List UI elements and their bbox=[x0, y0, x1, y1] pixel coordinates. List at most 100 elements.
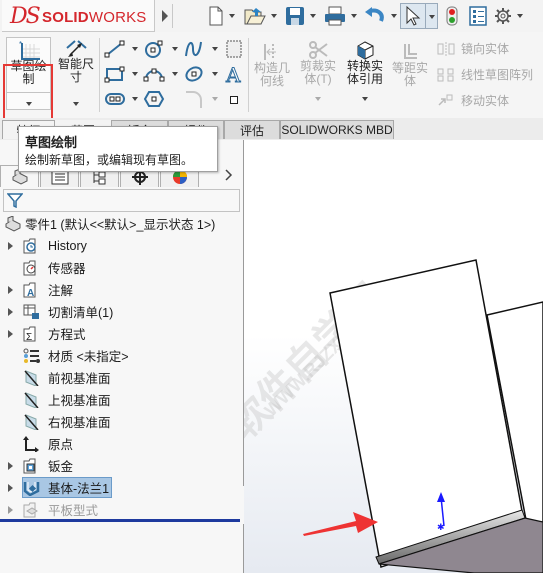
expand-arrow-icon[interactable] bbox=[8, 329, 13, 338]
print-button[interactable] bbox=[324, 5, 357, 27]
chevron-down-icon[interactable] bbox=[73, 102, 79, 106]
select-button[interactable] bbox=[400, 3, 438, 29]
spline-icon bbox=[185, 41, 202, 57]
slot-button[interactable] bbox=[104, 90, 126, 108]
expand-arrow-icon[interactable] bbox=[8, 505, 13, 514]
plane-icon bbox=[24, 369, 39, 386]
chevron-down-icon[interactable] bbox=[172, 72, 178, 76]
chevron-down-icon[interactable] bbox=[212, 47, 218, 51]
arc-button[interactable] bbox=[143, 65, 165, 83]
offset-entities-button[interactable]: 等距实 体 bbox=[389, 42, 431, 88]
tree-item-material[interactable]: 材质 <未指定> bbox=[0, 345, 238, 366]
tree-item-equations[interactable]: Σ 方程式 bbox=[0, 323, 238, 344]
gear-icon bbox=[495, 8, 511, 24]
chevron-down-icon[interactable] bbox=[212, 72, 218, 76]
mirror-icon bbox=[437, 42, 455, 56]
chevron-down-icon[interactable] bbox=[212, 97, 218, 101]
svg-text:*: * bbox=[19, 40, 22, 49]
smart-dimension-button[interactable]: 智能尺 寸 bbox=[55, 38, 97, 110]
tree-item-top-plane[interactable]: 上视基准面 bbox=[0, 389, 238, 410]
convert-entities-button[interactable]: 转换实 体引用 bbox=[343, 40, 387, 101]
expand-arrow-icon[interactable] bbox=[8, 461, 13, 470]
logo-bold: SOLID bbox=[42, 9, 89, 26]
feature-manager-panel: 零件1 (默认<<默认>_显示状态 1>) History 传感器 A 注解 切… bbox=[0, 140, 244, 573]
sketch-icon: * bbox=[19, 40, 40, 60]
move-entities-label: 移动实体 bbox=[461, 93, 510, 108]
tree-item-cut-list[interactable]: 切割清单(1) bbox=[0, 301, 238, 322]
tree-item-label: History bbox=[48, 238, 87, 253]
solidworks-logo[interactable]: DS SOLIDWORKS bbox=[2, 0, 155, 32]
command-manager-ribbon: * 草图绘 制 智能尺 寸 A 构造几 何线 剪裁实 体(T) 转换实 体引用 … bbox=[0, 32, 543, 150]
dashed-rectangle-icon bbox=[226, 40, 242, 58]
tree-item-label: 方程式 bbox=[48, 328, 86, 342]
expand-arrow-icon[interactable] bbox=[8, 307, 13, 316]
fillet-button[interactable] bbox=[183, 90, 205, 108]
logo-text: SOLIDWORKS bbox=[42, 9, 147, 26]
print-icon bbox=[325, 6, 345, 26]
tree-item-annotations[interactable]: A 注解 bbox=[0, 279, 238, 300]
tree-filter-bar[interactable] bbox=[3, 189, 240, 212]
chevron-down-icon[interactable] bbox=[172, 47, 178, 51]
linear-pattern-button[interactable]: 线性草图阵列 bbox=[437, 67, 533, 83]
circle-icon bbox=[145, 40, 163, 58]
expand-arrow-icon[interactable] bbox=[8, 285, 13, 294]
tab-solidworks-mbd[interactable]: SOLIDWORKS MBD bbox=[280, 120, 394, 139]
graphics-area[interactable]: 软件自学网 WWW.RJZXW.COM ✱ bbox=[244, 140, 543, 573]
expand-arrow-icon[interactable] bbox=[8, 241, 13, 250]
menu-expand-button[interactable] bbox=[158, 4, 173, 28]
circle-button[interactable] bbox=[143, 40, 165, 58]
tree-item-flat-pattern[interactable]: 平板型式 bbox=[0, 499, 238, 520]
tree-item-front-plane[interactable]: 前视基准面 bbox=[0, 367, 238, 388]
new-document-button[interactable] bbox=[208, 5, 235, 27]
file-properties-button[interactable] bbox=[469, 5, 487, 27]
tree-item-base-flange[interactable]: 基体-法兰1 bbox=[0, 477, 238, 498]
line-button[interactable] bbox=[104, 40, 126, 58]
rectangle-button[interactable] bbox=[104, 65, 126, 83]
ds-logo-mark: DS bbox=[10, 4, 41, 29]
chevron-down-icon[interactable] bbox=[132, 97, 138, 101]
chevron-down-icon[interactable] bbox=[315, 97, 321, 101]
chevron-down-icon[interactable] bbox=[362, 97, 368, 101]
undo-button[interactable] bbox=[364, 5, 397, 27]
tree-item-label: 材质 <未指定> bbox=[48, 350, 129, 364]
options-button[interactable] bbox=[494, 5, 523, 27]
origin-icon bbox=[23, 435, 39, 452]
tree-root-part[interactable]: 零件1 (默认<<默认>_显示状态 1>) bbox=[0, 213, 238, 234]
tree-item-right-plane[interactable]: 右视基准面 bbox=[0, 411, 238, 432]
tree-item-history[interactable]: History bbox=[0, 235, 238, 256]
save-button[interactable] bbox=[285, 5, 316, 27]
move-icon bbox=[438, 94, 453, 106]
tree-item-sensors[interactable]: 传感器 bbox=[0, 257, 238, 278]
sketch-picture-button[interactable] bbox=[225, 39, 243, 59]
ellipse-button[interactable] bbox=[183, 65, 205, 83]
rebuild-button[interactable] bbox=[446, 5, 458, 27]
text-button[interactable]: A bbox=[225, 63, 243, 88]
tab-evaluate[interactable]: 评估 bbox=[224, 120, 280, 139]
chevron-right-icon bbox=[225, 169, 233, 181]
tooltip: 草图绘制 绘制新草图，或编辑现有草图。 bbox=[18, 126, 218, 172]
open-button[interactable] bbox=[244, 5, 277, 27]
construction-geometry-button[interactable]: 构造几 何线 bbox=[251, 42, 293, 88]
rollback-bar[interactable] bbox=[0, 519, 240, 522]
move-entities-button[interactable]: 移动实体 bbox=[437, 93, 509, 109]
tree-item-label: 右视基准面 bbox=[48, 416, 111, 430]
sketch-fillet-icon bbox=[186, 91, 202, 108]
scissors-icon bbox=[309, 41, 328, 59]
svg-text:Σ: Σ bbox=[26, 332, 32, 342]
chevron-down-icon[interactable] bbox=[132, 72, 138, 76]
chevron-right-icon bbox=[162, 10, 168, 22]
trim-entities-button[interactable]: 剪裁实 体(T) bbox=[296, 40, 340, 101]
smart-dimension-icon bbox=[66, 40, 87, 57]
construction-geometry-icon bbox=[264, 44, 276, 60]
tree-item-origin[interactable]: 原点 bbox=[0, 433, 238, 454]
spline-button[interactable] bbox=[183, 40, 205, 58]
mirror-entities-label: 镜向实体 bbox=[461, 41, 510, 56]
expand-arrow-icon[interactable] bbox=[8, 483, 13, 492]
mirror-entities-button[interactable]: 镜向实体 bbox=[437, 41, 509, 57]
ellipse-icon bbox=[185, 66, 203, 82]
chevron-down-icon[interactable] bbox=[132, 47, 138, 51]
point-button[interactable] bbox=[230, 96, 238, 104]
tree-item-sheet-metal[interactable]: 钣金 bbox=[0, 455, 238, 476]
panel-tabs-next[interactable] bbox=[224, 168, 234, 185]
polygon-button[interactable] bbox=[143, 90, 165, 108]
